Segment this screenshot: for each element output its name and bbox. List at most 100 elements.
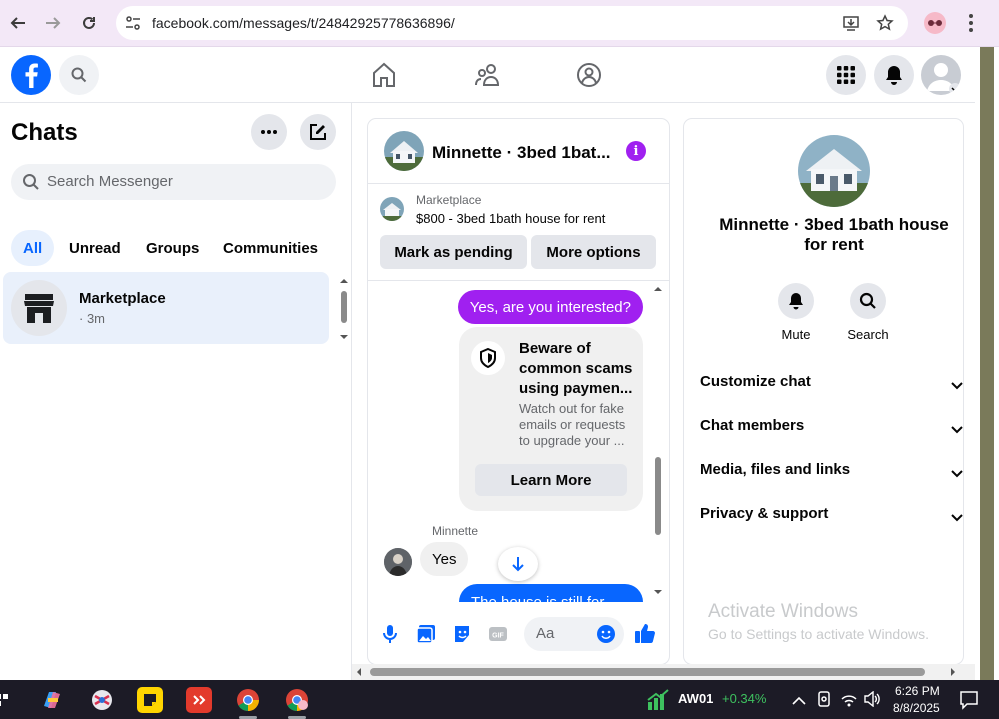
gif-icon[interactable]: GIF [488, 624, 508, 649]
filter-tab-communities[interactable]: Communities [211, 230, 330, 266]
conversation-info-panel: Minnette · 3bed 1bath house for rent Mut… [684, 119, 963, 664]
volume-icon[interactable] [863, 690, 881, 712]
chrome-profile-icon[interactable] [284, 687, 310, 713]
chats-options-button[interactable] [251, 114, 287, 150]
notification-center-icon[interactable] [959, 690, 979, 715]
forward-arrow-icon [46, 17, 61, 29]
browser-menu-icon[interactable] [962, 12, 980, 39]
outgoing-message[interactable]: Yes, are you interested? [457, 290, 643, 324]
stock-chart-icon[interactable] [646, 687, 670, 713]
message-placeholder: Aa [536, 625, 555, 642]
sender-avatar[interactable] [384, 548, 412, 576]
compose-icon [310, 124, 326, 140]
shield-icon [471, 341, 505, 375]
search-messenger-input[interactable]: Search Messenger [11, 164, 336, 200]
section-label: Media, files and links [700, 461, 851, 478]
windows-taskbar: AW01 +0.34% 6:26 PM 8/8/2025 [0, 680, 999, 719]
chevron-up-icon[interactable] [792, 693, 806, 711]
emoji-icon[interactable] [596, 624, 616, 649]
filter-tab-all[interactable]: All [11, 230, 55, 266]
facebook-header [0, 47, 975, 103]
section-privacy-support[interactable]: Privacy & support [700, 505, 963, 529]
forward-button[interactable] [41, 11, 65, 35]
page-vertical-scrollbar[interactable] [975, 47, 999, 680]
section-chat-members[interactable]: Chat members [700, 417, 963, 441]
chat-timestamp: · 3m [79, 311, 105, 326]
search-label: Search [847, 327, 889, 342]
scroll-right-icon [951, 668, 955, 676]
svg-text:GIF: GIF [492, 633, 504, 640]
account-avatar[interactable] [921, 55, 961, 95]
install-app-icon[interactable] [842, 14, 860, 37]
chevron-down-icon [951, 377, 963, 394]
scroll-thumb[interactable] [370, 668, 925, 676]
home-icon[interactable] [371, 61, 397, 94]
chevron-down-icon [951, 465, 963, 482]
conversation-scrollbar[interactable] [651, 282, 665, 602]
learn-more-button[interactable]: Learn More [475, 464, 627, 496]
groups-icon[interactable] [576, 61, 602, 94]
bookmark-star-icon[interactable] [876, 14, 894, 37]
task-view-icon[interactable] [0, 687, 12, 713]
copilot-icon[interactable] [39, 687, 65, 713]
snipping-tool-icon[interactable] [89, 687, 115, 713]
facebook-search-button[interactable] [59, 55, 99, 95]
friends-icon[interactable] [474, 61, 502, 94]
listing-house-thumbnail[interactable] [384, 131, 424, 171]
mute-label: Mute [781, 327, 811, 342]
chat-list-item[interactable]: Marketplace · 3m [3, 272, 329, 344]
mute-action[interactable]: Mute [766, 283, 826, 342]
browser-profile-icon[interactable] [924, 12, 946, 34]
device-icon[interactable] [817, 691, 831, 712]
marketplace-label: Marketplace [416, 193, 482, 207]
conversation-title[interactable]: Minnette · 3bed 1bat... [432, 143, 612, 163]
stock-ticker[interactable]: AW01 [678, 691, 713, 706]
chat-name: Marketplace [79, 290, 166, 307]
section-label: Customize chat [700, 373, 811, 390]
photo-icon[interactable] [416, 624, 436, 649]
more-options-button[interactable]: More options [531, 235, 656, 269]
new-message-button[interactable] [300, 114, 336, 150]
page-horizontal-scrollbar[interactable] [352, 664, 975, 680]
scroll-to-bottom-button[interactable] [498, 547, 538, 581]
chats-sidebar: Chats Search Messenger All Unread Groups… [0, 103, 352, 680]
facebook-logo-icon[interactable] [11, 55, 51, 95]
scam-warning-card: Beware of common scams using paymen... W… [459, 327, 643, 511]
stock-change[interactable]: +0.34% [722, 691, 766, 706]
sticker-icon[interactable] [452, 624, 472, 649]
url-text[interactable]: facebook.com/messages/t/2484292577863689… [152, 15, 455, 31]
outgoing-message-partial[interactable]: The house is still for [459, 584, 643, 602]
thumbs-up-icon[interactable] [634, 622, 656, 649]
address-bar[interactable]: facebook.com/messages/t/2484292577863689… [116, 6, 908, 40]
wifi-icon[interactable] [840, 691, 858, 712]
conversation-info-icon[interactable]: i [626, 141, 646, 161]
mark-as-pending-button[interactable]: Mark as pending [380, 235, 527, 269]
bell-icon [886, 66, 902, 85]
chrome-icon[interactable] [235, 687, 261, 713]
filter-tab-groups[interactable]: Groups [134, 230, 211, 266]
microphone-icon[interactable] [382, 624, 398, 649]
reload-icon [83, 16, 95, 29]
listing-photo[interactable] [798, 135, 870, 207]
back-button[interactable] [6, 11, 30, 35]
anydesk-icon[interactable] [186, 687, 212, 713]
listing-thumbnail[interactable] [380, 197, 404, 221]
chat-list-scrollbar[interactable] [338, 275, 350, 343]
filter-tab-unread[interactable]: Unread [57, 230, 133, 266]
notifications-button[interactable] [874, 55, 914, 95]
scroll-thumb[interactable] [980, 47, 994, 680]
site-settings-icon[interactable] [124, 14, 142, 37]
listing-description[interactable]: $800 - 3bed 1bath house for rent [416, 211, 605, 226]
search-action[interactable]: Search [838, 283, 898, 342]
clock-time[interactable]: 6:26 PM [895, 684, 940, 698]
chevron-down-icon [951, 421, 963, 438]
reload-button[interactable] [77, 11, 101, 35]
section-media-files-links[interactable]: Media, files and links [700, 461, 963, 485]
clock-date[interactable]: 8/8/2025 [893, 701, 940, 715]
browser-toolbar: facebook.com/messages/t/2484292577863689… [0, 0, 999, 47]
incoming-message[interactable]: Yes [420, 542, 469, 576]
menu-grid-button[interactable] [826, 55, 866, 95]
section-customize-chat[interactable]: Customize chat [700, 373, 963, 397]
sticky-notes-icon[interactable] [137, 687, 163, 713]
arrow-down-icon [512, 557, 524, 572]
